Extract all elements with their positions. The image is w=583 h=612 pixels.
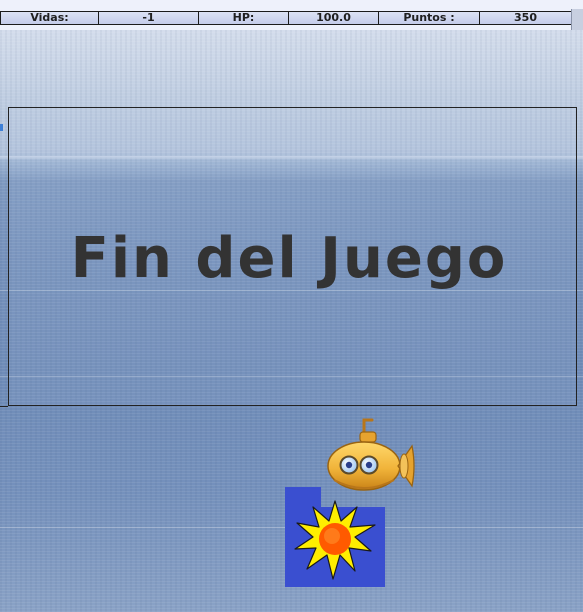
edge-marker [0,124,3,131]
lives-label: Vidas: [0,11,99,25]
hp-value: 100.0 [289,11,379,25]
points-value: 350 [480,11,572,25]
hud-bar: Vidas: -1 HP: 100.0 Puntos : 350 [0,0,583,30]
hud-stats: Vidas: -1 HP: 100.0 Puntos : 350 [0,11,572,25]
panel-bottom-edge [0,406,8,407]
hp-label: HP: [199,11,289,25]
lives-value: -1 [99,11,199,25]
explosion-sprite [285,487,385,587]
points-label: Puntos : [379,11,480,25]
explosion-icon [285,487,385,587]
game-over-title: Fin del Juego [70,226,508,291]
scrollbar-corner [571,9,583,30]
